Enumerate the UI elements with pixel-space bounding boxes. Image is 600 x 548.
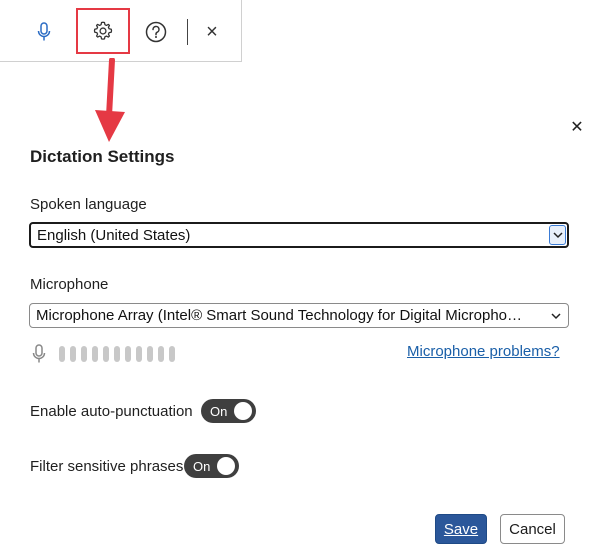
dialog-title: Dictation Settings: [30, 147, 175, 166]
save-button[interactable]: Save: [435, 514, 487, 544]
microphone-value: Microphone Array (Intel® Smart Sound Tec…: [36, 307, 522, 324]
toolbar-close-button[interactable]: ×: [199, 19, 225, 45]
dictation-page: × ✕ Dictation Settings Spoken language E…: [0, 0, 600, 548]
spoken-language-select[interactable]: English (United States): [29, 222, 569, 248]
microphone-problems-link[interactable]: Microphone problems?: [407, 343, 560, 360]
level-bar: [147, 346, 153, 362]
level-bar: [59, 346, 65, 362]
settings-button[interactable]: [76, 8, 130, 54]
pointer-arrow: [95, 58, 125, 142]
chevron-down-icon: [552, 231, 563, 238]
level-bar: [70, 346, 76, 362]
level-bar: [136, 346, 142, 362]
chevron-down-icon: [551, 312, 561, 319]
toggle-knob: [234, 402, 252, 420]
spoken-language-value: English (United States): [37, 226, 191, 244]
level-bar: [158, 346, 164, 362]
microphone-icon: [32, 344, 46, 363]
help-button[interactable]: [142, 18, 170, 46]
close-icon: ×: [206, 21, 218, 43]
toggle-state: On: [210, 403, 228, 419]
auto-punctuation-toggle[interactable]: On: [201, 399, 256, 423]
level-bar: [114, 346, 120, 362]
save-button-label: Save: [443, 520, 479, 538]
spoken-language-dropdown-button[interactable]: [549, 225, 566, 245]
filter-phrases-label: Filter sensitive phrases: [30, 458, 184, 475]
question-circle-icon: [145, 21, 167, 43]
cancel-button-label: Cancel: [509, 520, 556, 538]
dictation-toolbar: ×: [0, 0, 242, 62]
highlight-box: [76, 8, 130, 54]
level-bar: [81, 346, 87, 362]
microphone-label: Microphone: [30, 276, 109, 293]
dialog-close-button[interactable]: ✕: [565, 116, 589, 140]
level-bar: [92, 346, 98, 362]
level-bar: [169, 346, 175, 362]
toggle-state: On: [193, 458, 211, 474]
level-bar: [103, 346, 109, 362]
microphone-dropdown-button[interactable]: [550, 310, 562, 322]
cancel-button[interactable]: Cancel: [500, 514, 565, 544]
toggle-knob: [217, 457, 235, 475]
filter-phrases-toggle[interactable]: On: [184, 454, 239, 478]
toolbar-divider: [187, 19, 188, 45]
microphone-icon: [37, 22, 51, 41]
microphone-select[interactable]: Microphone Array (Intel® Smart Sound Tec…: [29, 303, 569, 328]
dictate-button[interactable]: [30, 18, 58, 46]
auto-punctuation-label: Enable auto-punctuation: [30, 403, 193, 420]
microphone-level-meter: [59, 346, 175, 362]
level-bar: [125, 346, 131, 362]
spoken-language-label: Spoken language: [30, 196, 147, 213]
close-icon: ✕: [570, 119, 584, 136]
